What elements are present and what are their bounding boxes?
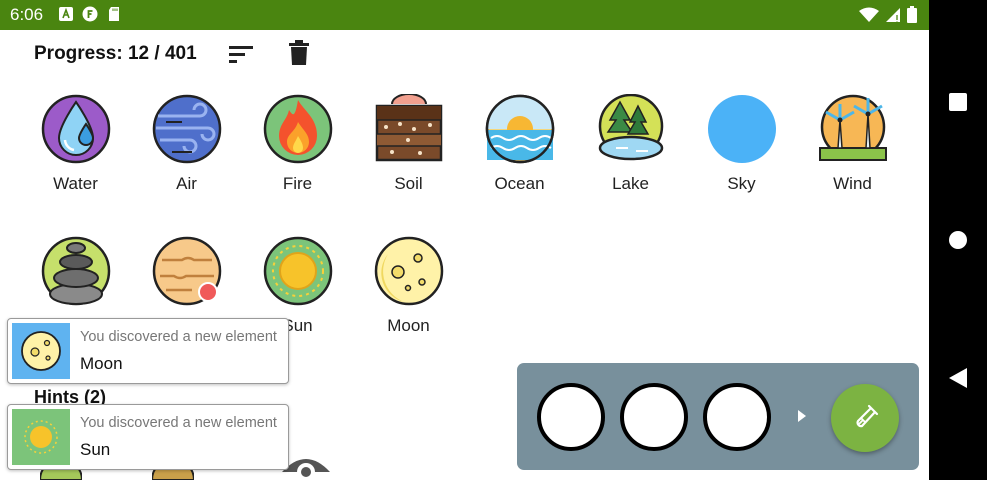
notification-f-icon xyxy=(82,6,98,22)
element-label: Water xyxy=(53,174,98,193)
element-air[interactable]: Air xyxy=(131,94,242,194)
combine-slot-1[interactable] xyxy=(537,383,605,451)
lake-icon xyxy=(598,94,663,161)
sun-icon xyxy=(263,236,332,306)
moon-icon xyxy=(374,236,443,306)
combine-button[interactable] xyxy=(831,384,899,452)
toast-element: Moon xyxy=(80,354,123,373)
moon-icon xyxy=(12,323,70,379)
element-label: Fire xyxy=(282,174,313,193)
ocean-icon xyxy=(485,94,554,164)
fire-icon xyxy=(263,94,332,164)
toast-message: You discovered a new element xyxy=(80,415,277,431)
air-icon xyxy=(152,94,221,164)
element-wind[interactable]: Wind xyxy=(797,94,908,194)
toast-message: You discovered a new element xyxy=(80,329,277,345)
element-planet[interactable] xyxy=(131,236,242,316)
signal-icon xyxy=(886,7,900,22)
water-icon xyxy=(41,94,110,164)
progress-text: Progress: 12 / 401 xyxy=(34,43,197,64)
discovery-toast: You discovered a new element Sun xyxy=(7,404,289,470)
navigation-bar xyxy=(929,0,987,480)
discovery-toast: You discovered a new element Moon xyxy=(7,318,289,384)
element-stones[interactable] xyxy=(20,236,131,316)
element-soil[interactable]: Soil xyxy=(353,94,464,194)
element-label: Soil xyxy=(394,174,423,193)
combine-slot-3[interactable] xyxy=(703,383,771,451)
battery-icon xyxy=(907,6,917,23)
status-time: 6:06 xyxy=(10,5,44,24)
element-label: Wind xyxy=(833,174,872,193)
combine-panel xyxy=(517,363,919,470)
element-water[interactable]: Water xyxy=(20,94,131,194)
element-label: Sky xyxy=(727,174,756,193)
element-label: Air xyxy=(176,174,197,193)
soil-icon xyxy=(375,94,442,162)
combine-slot-2[interactable] xyxy=(620,383,688,451)
chevron-right-icon xyxy=(798,410,806,422)
sd-card-icon xyxy=(109,7,119,21)
sort-icon[interactable] xyxy=(228,42,254,66)
trash-icon[interactable] xyxy=(288,40,310,66)
wind-icon xyxy=(818,94,887,161)
element-sky[interactable]: Sky xyxy=(686,94,797,194)
sky-icon xyxy=(707,95,776,163)
element-label: Ocean xyxy=(494,174,545,193)
status-bar: 6:06 xyxy=(0,0,929,30)
main-content: Progress: 12 / 401 Water Air Fire Soil O… xyxy=(0,30,929,480)
element-label: Lake xyxy=(612,174,649,193)
notification-a-icon xyxy=(59,7,73,21)
element-ocean[interactable]: Ocean xyxy=(464,94,575,194)
sun-icon xyxy=(12,409,70,465)
back-icon[interactable] xyxy=(948,368,968,388)
element-moon[interactable]: Moon xyxy=(353,236,464,336)
element-label: Moon xyxy=(387,316,430,335)
toast-element: Sun xyxy=(80,440,111,459)
element-fire[interactable]: Fire xyxy=(242,94,353,194)
stones-icon xyxy=(41,236,110,306)
wifi-icon xyxy=(859,7,879,22)
test-tube-icon xyxy=(856,404,879,428)
home-icon[interactable] xyxy=(948,230,968,250)
planet-icon xyxy=(152,236,221,306)
element-lake[interactable]: Lake xyxy=(575,94,686,194)
eye-icon[interactable] xyxy=(282,450,330,480)
recent-apps-icon[interactable] xyxy=(948,92,968,112)
